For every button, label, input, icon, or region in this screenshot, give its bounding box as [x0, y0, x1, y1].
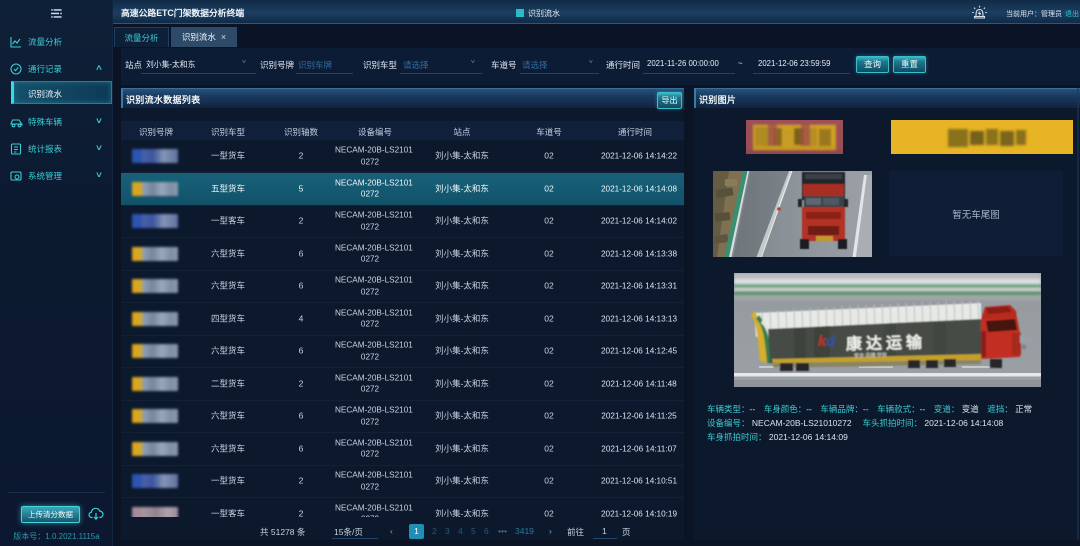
svg-text:安全 迅捷 守信: 安全 迅捷 守信	[854, 351, 887, 359]
svg-text:d: d	[826, 333, 836, 350]
svg-text:康达运输: 康达运输	[846, 332, 926, 353]
